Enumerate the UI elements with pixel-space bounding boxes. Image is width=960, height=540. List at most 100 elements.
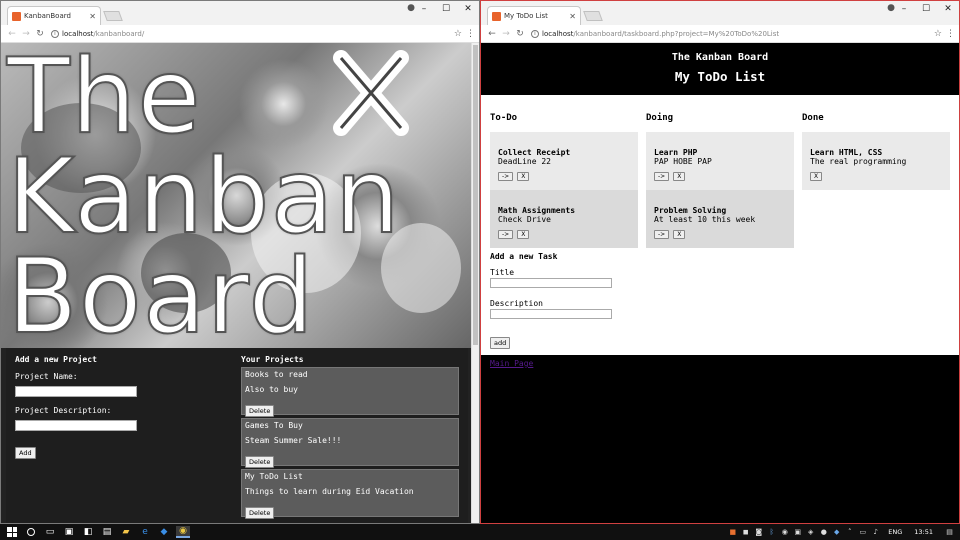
info-icon[interactable]: i: [51, 29, 59, 38]
menu-icon[interactable]: ⋮: [946, 29, 955, 39]
info-icon[interactable]: i: [531, 29, 539, 38]
move-task-button[interactable]: ->: [654, 230, 670, 239]
add-project-button[interactable]: Add: [15, 447, 36, 459]
delete-task-button[interactable]: X: [673, 230, 686, 239]
project-title[interactable]: Games To Buy: [245, 421, 455, 430]
forward-icon[interactable]: →: [19, 29, 33, 39]
app-notes-icon[interactable]: ▤: [100, 526, 114, 538]
bookmark-star-icon[interactable]: ☆: [934, 29, 942, 39]
tab-strip: KanbanBoard ✕ ● – ☐ ✕: [1, 1, 479, 25]
project-card[interactable]: Games To Buy Steam Summer Sale!!! Delete: [241, 418, 459, 468]
add-project-form: Add a new Project Project Name: Project …: [15, 355, 165, 459]
maximize-icon[interactable]: ☐: [435, 4, 457, 14]
language-indicator[interactable]: ENG: [888, 528, 902, 536]
search-icon: [27, 528, 35, 536]
project-card[interactable]: My ToDo List Things to learn during Eid …: [241, 469, 459, 519]
maximize-icon[interactable]: ☐: [915, 4, 937, 14]
browser-tab-kanbanboard[interactable]: KanbanBoard ✕: [7, 6, 101, 25]
address-bar[interactable]: i localhost/kanbanboard/: [51, 27, 446, 41]
tray-app-icon[interactable]: ◙: [754, 528, 763, 536]
main-page-link[interactable]: Main Page: [490, 359, 690, 368]
favicon-icon: [492, 11, 501, 21]
tray-app-icon[interactable]: ▣: [793, 528, 802, 536]
project-description: Steam Summer Sale!!!: [245, 436, 342, 445]
browser-window-right: My ToDo List ✕ ● – ☐ ✕ ← → ↻ i localhost…: [480, 0, 960, 524]
browser-tab-todo[interactable]: My ToDo List ✕: [487, 6, 581, 25]
project-card[interactable]: Books to read Also to buy Delete: [241, 367, 459, 417]
delete-task-button[interactable]: X: [517, 230, 530, 239]
column-heading: Done: [802, 113, 824, 123]
bluetooth-icon[interactable]: ᛒ: [767, 528, 776, 536]
delete-project-button[interactable]: Delete: [245, 405, 275, 417]
delete-task-button[interactable]: X: [673, 172, 686, 181]
hero-background-image: The Kanban Board: [1, 43, 472, 357]
app-terminal-icon[interactable]: ▣: [62, 526, 76, 538]
start-button[interactable]: [5, 526, 19, 538]
url-path: /kanbanboard/: [93, 29, 145, 38]
page-scrollbar[interactable]: [471, 43, 479, 523]
task-description-input[interactable]: [490, 309, 612, 319]
project-title[interactable]: My ToDo List: [245, 472, 455, 481]
address-bar[interactable]: i localhost/kanbanboard/taskboard.php?pr…: [531, 27, 926, 41]
your-projects-list: Your Projects Books to read Also to buy …: [241, 355, 459, 519]
reload-icon[interactable]: ↻: [513, 29, 527, 39]
task-title-input[interactable]: [490, 278, 612, 288]
task-view-icon[interactable]: ▭: [43, 526, 57, 538]
new-tab-button[interactable]: [583, 11, 603, 21]
back-icon[interactable]: ←: [485, 29, 499, 39]
project-name-label: Project Name:: [15, 372, 78, 381]
app-editor-icon[interactable]: ◧: [81, 526, 95, 538]
tray-app-icon[interactable]: ◼: [741, 528, 750, 536]
move-task-button[interactable]: ->: [498, 172, 514, 181]
search-button[interactable]: [24, 526, 38, 538]
reload-icon[interactable]: ↻: [33, 29, 47, 39]
project-description-input[interactable]: [15, 420, 137, 431]
delete-project-button[interactable]: Delete: [245, 456, 275, 468]
hero-title-line: Board: [6, 237, 315, 357]
chrome-icon[interactable]: ◉: [176, 526, 190, 538]
task-description: DeadLine 22: [498, 157, 551, 166]
add-project-heading: Add a new Project: [15, 355, 97, 364]
tray-app-icon[interactable]: ●: [819, 528, 828, 536]
task-title: Learn PHP: [654, 148, 698, 157]
clock[interactable]: 13:51: [914, 528, 933, 536]
tray-app-icon[interactable]: ◈: [806, 528, 815, 536]
scrollbar-thumb[interactable]: [473, 45, 478, 345]
edge-browser-icon[interactable]: e: [138, 526, 152, 538]
bookmark-star-icon[interactable]: ☆: [454, 29, 462, 39]
delete-task-button[interactable]: X: [810, 172, 823, 181]
site-title: The Kanban Board: [671, 52, 769, 63]
menu-icon[interactable]: ⋮: [466, 29, 475, 39]
volume-icon[interactable]: ♪: [871, 528, 880, 536]
close-tab-icon[interactable]: ✕: [89, 12, 96, 21]
move-task-button[interactable]: ->: [498, 230, 514, 239]
project-description: Things to learn during Eid Vacation: [245, 487, 414, 496]
forward-icon[interactable]: →: [499, 29, 513, 39]
tray-app-icon[interactable]: ◉: [780, 528, 789, 536]
show-hidden-icons-icon[interactable]: ˄: [845, 528, 854, 536]
file-explorer-icon[interactable]: ▰: [119, 526, 133, 538]
new-tab-button[interactable]: [103, 11, 123, 21]
minimize-icon[interactable]: –: [413, 4, 435, 14]
tray-app-icon[interactable]: ■: [728, 528, 737, 536]
project-title[interactable]: Books to read: [245, 370, 455, 379]
add-task-heading: Add a new Task: [490, 252, 558, 261]
network-icon[interactable]: ▭: [858, 528, 867, 536]
back-icon[interactable]: ←: [5, 29, 19, 39]
move-task-button[interactable]: ->: [654, 172, 670, 181]
project-name-input[interactable]: [15, 386, 137, 397]
add-task-button[interactable]: add: [490, 337, 511, 349]
delete-project-button[interactable]: Delete: [245, 507, 275, 519]
task-card: Learn HTML, CSS The real programming X: [802, 132, 950, 190]
close-window-icon[interactable]: ✕: [457, 4, 479, 14]
task-description: The real programming: [810, 157, 907, 166]
close-window-icon[interactable]: ✕: [937, 4, 959, 14]
tab-title: My ToDo List: [504, 12, 548, 20]
delete-task-button[interactable]: X: [517, 172, 530, 181]
minimize-icon[interactable]: –: [893, 4, 915, 14]
close-tab-icon[interactable]: ✕: [569, 12, 576, 21]
notification-icon[interactable]: ▤: [945, 528, 954, 536]
tray-app-icon[interactable]: ◆: [832, 528, 841, 536]
vscode-icon[interactable]: ◆: [157, 526, 171, 538]
browser-toolbar: ← → ↻ i localhost/kanbanboard/taskboard.…: [481, 25, 959, 43]
